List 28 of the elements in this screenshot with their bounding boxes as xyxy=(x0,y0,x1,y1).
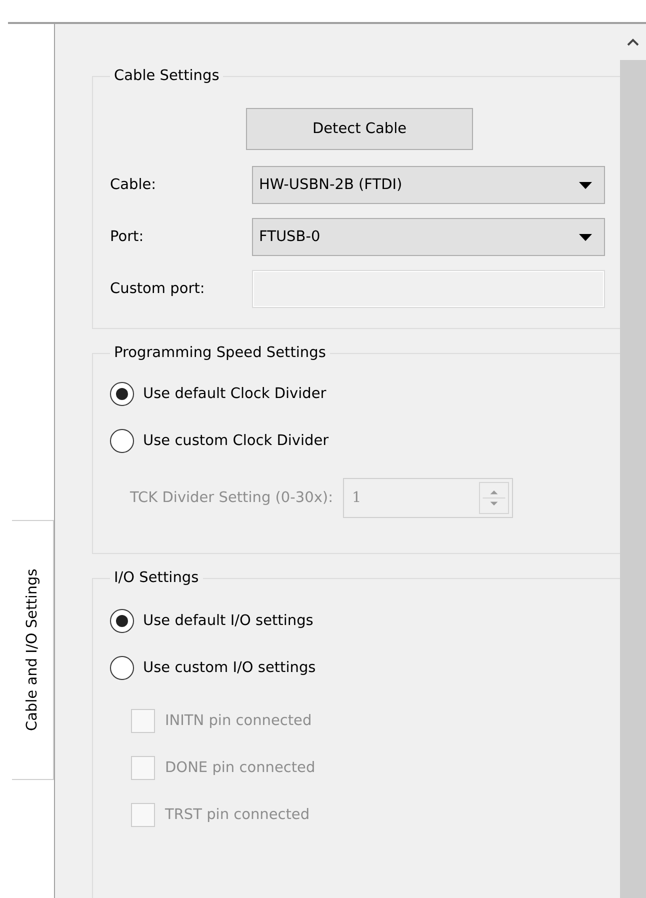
radio-label: Use default Clock Divider xyxy=(143,386,326,402)
field-label: Cable: xyxy=(110,177,158,193)
group-title: Programming Speed Settings xyxy=(113,345,327,361)
group-title: Cable Settings xyxy=(113,68,220,84)
side-tab[interactable]: Cable and I/O Settings xyxy=(12,520,54,780)
dropdown[interactable]: HW-USBN-2B (FTDI) xyxy=(252,166,605,204)
field-label: Custom port: xyxy=(110,281,206,297)
radio-button[interactable] xyxy=(110,429,134,453)
chevron-up-icon xyxy=(627,38,639,46)
scroll-up-button[interactable] xyxy=(620,24,646,60)
spin-label: TCK Divider Setting (0-30x): xyxy=(130,490,333,506)
dropdown-arrow-icon xyxy=(579,182,592,188)
checkbox-label: TRST pin connected xyxy=(165,807,310,823)
radio-label: Use custom Clock Divider xyxy=(143,433,329,449)
group-title: I/O Settings xyxy=(113,570,200,586)
spin-arrows-icon xyxy=(478,482,509,514)
dropdown-arrow-icon xyxy=(579,234,592,240)
radio-label: Use custom I/O settings xyxy=(143,660,316,676)
field-label: Port: xyxy=(110,229,145,245)
dropdown[interactable]: FTUSB-0 xyxy=(252,218,605,256)
detect-cable-button[interactable]: Detect Cable xyxy=(246,108,473,150)
checkbox-label: DONE pin connected xyxy=(165,760,316,776)
radio-button[interactable] xyxy=(110,656,134,680)
radio-button[interactable] xyxy=(110,609,134,633)
checkbox-label: INITN pin connected xyxy=(165,713,312,729)
radio-label: Use default I/O settings xyxy=(143,613,314,629)
scrollbar-thumb[interactable] xyxy=(620,60,646,898)
radio-button[interactable] xyxy=(110,382,134,406)
